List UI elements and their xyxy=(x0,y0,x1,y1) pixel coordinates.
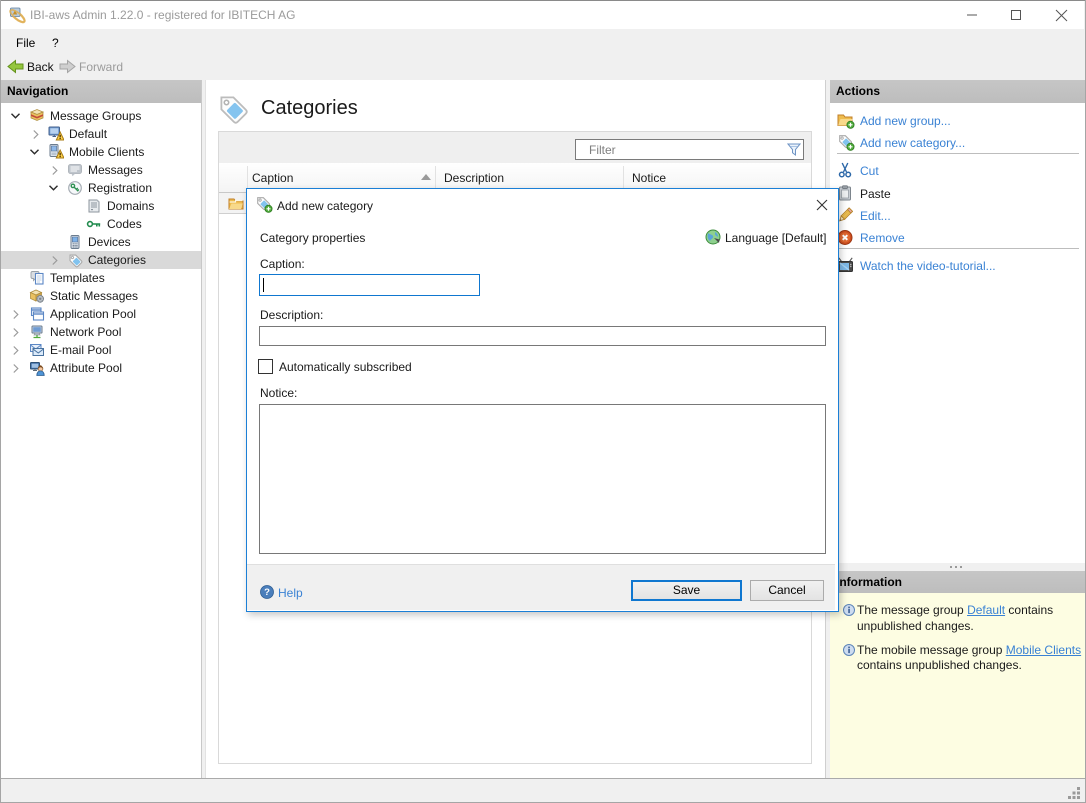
svg-text:?: ? xyxy=(264,587,270,598)
